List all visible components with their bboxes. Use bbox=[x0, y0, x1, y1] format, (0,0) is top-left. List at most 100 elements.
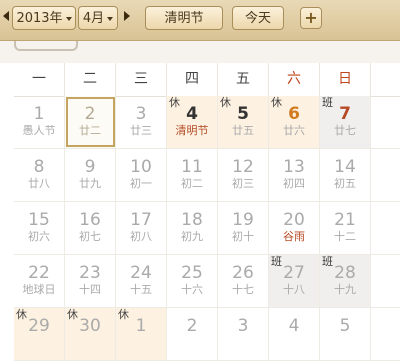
lunar-date: 初八 bbox=[130, 230, 152, 243]
lunar-date: 廿八 bbox=[28, 177, 50, 190]
day-cell[interactable]: 休 5 廿五 bbox=[218, 96, 269, 148]
day-cell[interactable]: 3 bbox=[218, 308, 269, 360]
day-number: 16 bbox=[79, 210, 101, 230]
day-cell[interactable]: 18 初九 bbox=[167, 202, 218, 254]
chevron-down-icon bbox=[65, 16, 72, 21]
day-cell[interactable]: 14 初五 bbox=[320, 149, 371, 201]
add-event-button[interactable]: + bbox=[300, 7, 322, 29]
day-cell[interactable]: 2 bbox=[167, 308, 218, 360]
week-row: 1 愚人节 2 廿二 3 廿三休 4 清明节休 5 廿五休 6 廿六班 7 廿七 bbox=[14, 96, 400, 149]
today-button[interactable]: 今天 bbox=[232, 6, 284, 30]
day-number: 3 bbox=[135, 104, 147, 124]
day-cell[interactable]: 3 廿三 bbox=[116, 96, 167, 148]
day-cell[interactable]: 5 bbox=[320, 308, 371, 360]
day-cell[interactable]: 9 廿九 bbox=[65, 149, 116, 201]
weekday-label: 四 bbox=[167, 63, 218, 96]
lunar-date: 初十 bbox=[232, 230, 254, 243]
day-badge: 休 bbox=[220, 96, 231, 109]
day-cell[interactable]: 13 初四 bbox=[269, 149, 320, 201]
day-cell[interactable]: 班 28 十九 bbox=[320, 255, 371, 307]
month-select-label: 4月 bbox=[82, 11, 105, 26]
day-number: 2 bbox=[186, 316, 198, 336]
lunar-date: 愚人节 bbox=[22, 124, 56, 137]
lunar-date: 初九 bbox=[181, 230, 203, 243]
day-number: 13 bbox=[283, 157, 305, 177]
lunar-date: 初四 bbox=[283, 177, 305, 190]
day-cell[interactable]: 21 十二 bbox=[320, 202, 371, 254]
lunar-date: 地球日 bbox=[22, 283, 56, 296]
weekday-label: 三 bbox=[116, 63, 167, 96]
lunar-date: 廿五 bbox=[232, 124, 254, 137]
lunar-date: 初一 bbox=[130, 177, 152, 190]
day-cell[interactable]: 班 27 十八 bbox=[269, 255, 320, 307]
lunar-date: 十二 bbox=[334, 230, 356, 243]
day-badge: 休 bbox=[169, 96, 180, 109]
year-select[interactable]: 2013年 bbox=[12, 6, 76, 30]
lunar-date: 廿九 bbox=[79, 177, 101, 190]
weekday-label: 一 bbox=[14, 63, 65, 96]
day-cell[interactable]: 17 初八 bbox=[116, 202, 167, 254]
lunar-date: 初二 bbox=[181, 177, 203, 190]
day-badge: 班 bbox=[271, 255, 282, 268]
lunar-date: 廿七 bbox=[334, 124, 356, 137]
prev-year-arrow-icon[interactable] bbox=[3, 11, 9, 21]
day-cell[interactable]: 20 谷雨 bbox=[269, 202, 320, 254]
day-number: 2 bbox=[84, 104, 96, 124]
day-number: 24 bbox=[130, 263, 152, 283]
day-number: 23 bbox=[79, 263, 101, 283]
day-cell[interactable]: 休1 bbox=[116, 308, 167, 360]
day-cell[interactable]: 班 7 廿七 bbox=[320, 96, 371, 148]
day-number: 22 bbox=[28, 263, 50, 283]
day-number: 14 bbox=[334, 157, 356, 177]
day-cell[interactable]: 2 廿二 bbox=[65, 96, 116, 148]
day-cell[interactable]: 24 十五 bbox=[116, 255, 167, 307]
day-number: 17 bbox=[130, 210, 152, 230]
next-month-arrow-icon[interactable] bbox=[124, 11, 130, 21]
day-cell[interactable]: 10 初一 bbox=[116, 149, 167, 201]
day-badge: 休 bbox=[67, 308, 78, 321]
day-cell[interactable]: 11 初二 bbox=[167, 149, 218, 201]
month-select[interactable]: 4月 bbox=[78, 6, 118, 30]
lunar-date: 十八 bbox=[283, 283, 305, 296]
calendar-grid: 1 愚人节 2 廿二 3 廿三休 4 清明节休 5 廿五休 6 廿六班 7 廿七 8 廿八 9 廿九 10 初一 11 初… bbox=[14, 96, 400, 361]
lunar-date: 初五 bbox=[334, 177, 356, 190]
lunar-date: 初六 bbox=[28, 230, 50, 243]
day-cell[interactable]: 休 30 bbox=[65, 308, 116, 360]
holiday-jump-button[interactable]: 清明节 bbox=[145, 6, 223, 30]
day-badge: 班 bbox=[322, 96, 333, 109]
day-badge: 休 bbox=[16, 308, 27, 321]
lunar-date: 廿二 bbox=[79, 124, 101, 137]
day-cell[interactable]: 1 愚人节 bbox=[14, 96, 65, 148]
day-badge: 休 bbox=[118, 308, 129, 321]
lunar-date: 廿三 bbox=[130, 124, 152, 137]
day-number: 21 bbox=[334, 210, 356, 230]
day-number: 18 bbox=[181, 210, 203, 230]
day-number: 4 bbox=[288, 316, 300, 336]
day-cell[interactable]: 19 初十 bbox=[218, 202, 269, 254]
day-number: 19 bbox=[232, 210, 254, 230]
lunar-date: 十九 bbox=[334, 283, 356, 296]
day-cell[interactable]: 22 地球日 bbox=[14, 255, 65, 307]
day-cell[interactable]: 16 初七 bbox=[65, 202, 116, 254]
year-select-label: 2013年 bbox=[16, 11, 63, 26]
day-badge: 班 bbox=[322, 255, 333, 268]
calendar-toolbar: 2013年 4月 清明节 今天 + bbox=[0, 0, 400, 41]
day-number: 10 bbox=[130, 157, 152, 177]
left-gutter bbox=[0, 96, 14, 340]
weekday-label: 五 bbox=[218, 63, 269, 96]
week-row: 15 初六 16 初七 17 初八 18 初九 19 初十 20 谷雨 21 十二 bbox=[14, 202, 400, 255]
day-cell[interactable]: 4 bbox=[269, 308, 320, 360]
day-cell[interactable]: 休 29 bbox=[14, 308, 65, 360]
day-cell[interactable]: 26 十七 bbox=[218, 255, 269, 307]
day-number: 3 bbox=[237, 316, 249, 336]
day-number: 20 bbox=[283, 210, 305, 230]
day-cell[interactable]: 15 初六 bbox=[14, 202, 65, 254]
day-cell[interactable]: 休 6 廿六 bbox=[269, 96, 320, 148]
weekday-label: 日 bbox=[320, 63, 371, 96]
day-number: 11 bbox=[181, 157, 203, 177]
day-cell[interactable]: 25 十六 bbox=[167, 255, 218, 307]
day-cell[interactable]: 8 廿八 bbox=[14, 149, 65, 201]
day-cell[interactable]: 12 初三 bbox=[218, 149, 269, 201]
day-cell[interactable]: 23 十四 bbox=[65, 255, 116, 307]
day-cell[interactable]: 休 4 清明节 bbox=[167, 96, 218, 148]
